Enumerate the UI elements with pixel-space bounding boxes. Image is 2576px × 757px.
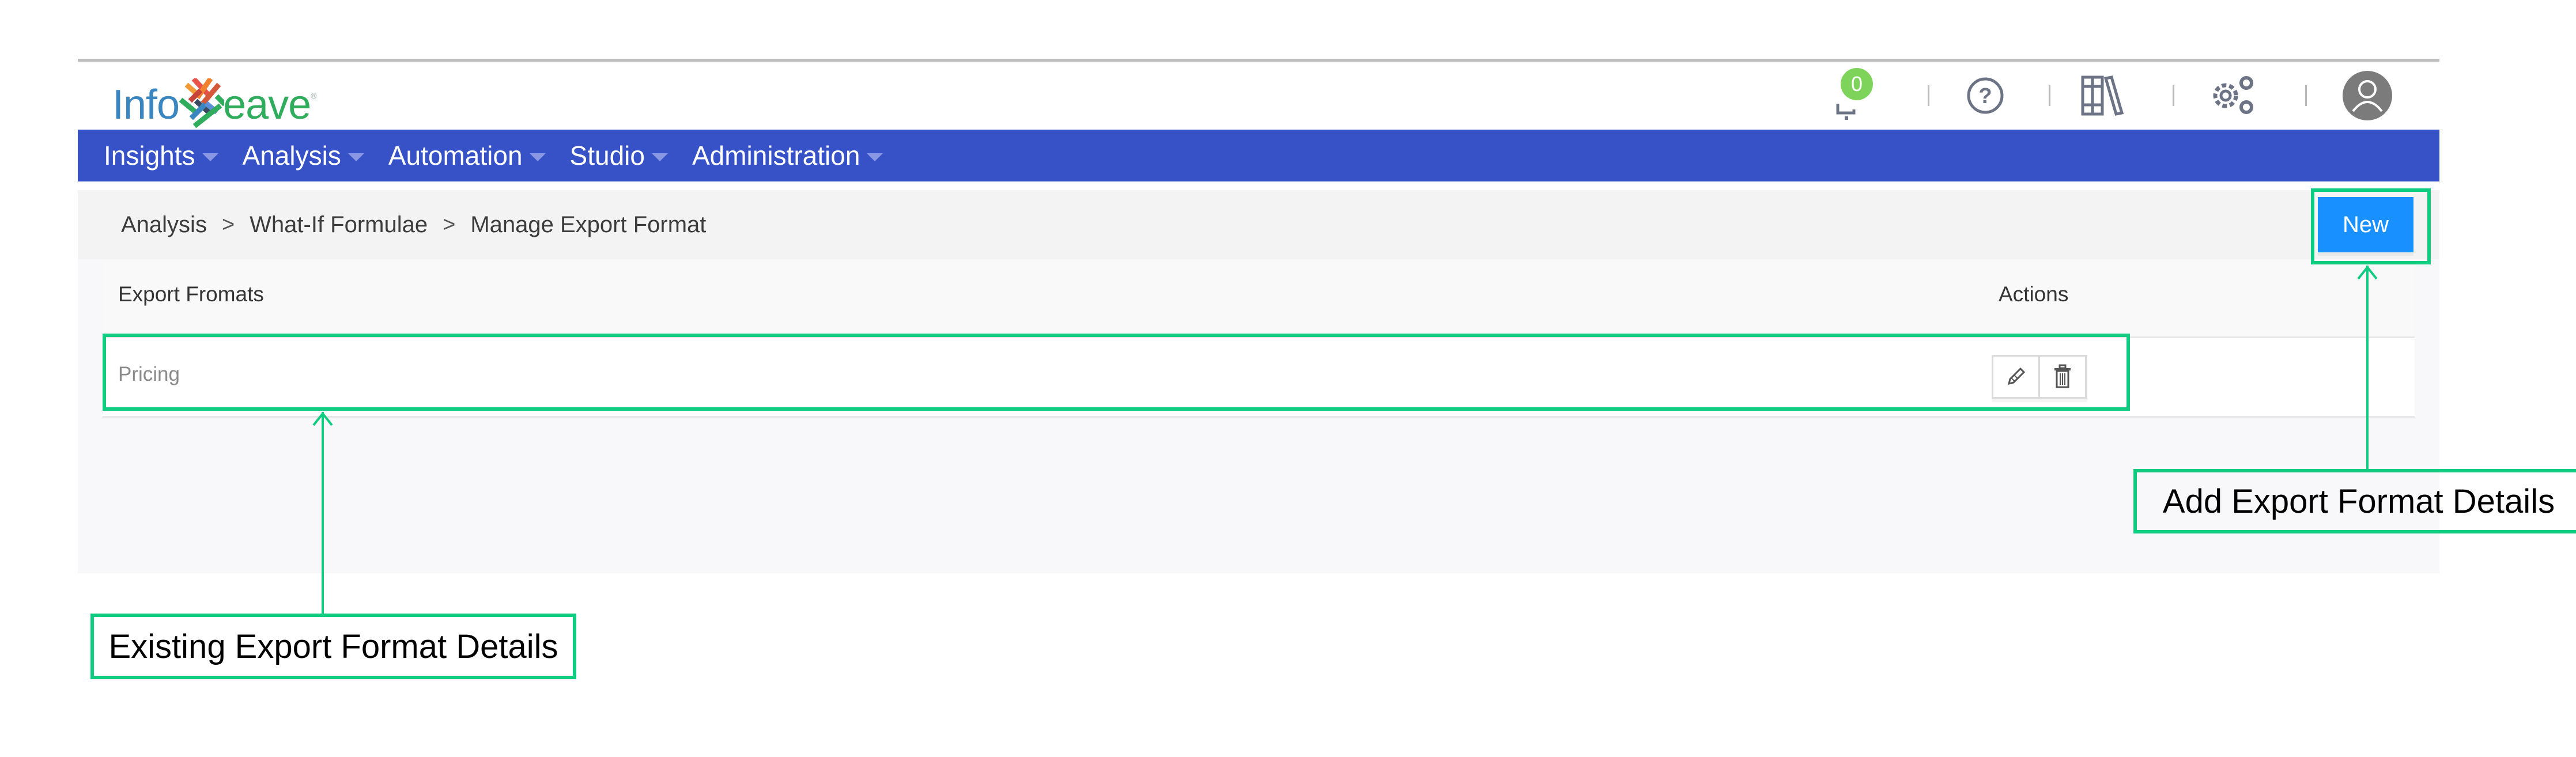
annotation-add-export-format: Add Export Format Details: [2133, 469, 2576, 533]
top-divider: [78, 59, 2439, 62]
chevron-right-icon: >: [221, 212, 235, 237]
logo-text-info: Info: [112, 82, 180, 128]
nav-studio[interactable]: Studio: [570, 140, 668, 171]
logo-text-eave: eave: [223, 82, 311, 128]
notification-count: 0: [1850, 72, 1863, 96]
help-icon: ?: [1967, 77, 2004, 114]
column-header-actions: Actions: [1999, 282, 2069, 306]
library-icon: [2081, 75, 2124, 116]
nav-label: Administration: [692, 141, 860, 171]
caret-down-icon: [348, 153, 364, 161]
user-avatar-icon: [2343, 71, 2392, 120]
annotation-highlight-existing-row: [103, 334, 2130, 411]
nav-label: Studio: [569, 141, 645, 171]
annotation-arrow-line: [2366, 266, 2369, 471]
logo-trademark: ®: [311, 91, 317, 100]
settings-button[interactable]: [2207, 68, 2259, 123]
caret-down-icon: [867, 153, 883, 161]
annotation-arrow-line: [322, 412, 324, 614]
caret-down-icon: [651, 153, 668, 161]
main-navbar: Insights Analysis Automation Studio Admi…: [78, 130, 2439, 181]
caret-down-icon: [202, 153, 218, 161]
nav-analysis[interactable]: Analysis: [243, 140, 364, 171]
infoveave-logo[interactable]: Info eave ®: [112, 68, 317, 128]
nav-insights[interactable]: Insights: [104, 140, 218, 171]
chevron-right-icon: >: [443, 212, 456, 237]
user-menu-button[interactable]: [2341, 68, 2393, 123]
breadcrumb-item-current: Manage Export Format: [470, 211, 707, 237]
breadcrumb: Analysis > What-If Formulae > Manage Exp…: [121, 207, 706, 242]
annotation-arrowhead-icon: [2357, 265, 2378, 280]
svg-text:?: ?: [1978, 84, 1992, 108]
annotation-highlight-new-button: [2311, 188, 2431, 264]
notification-badge: 0: [1841, 68, 1873, 100]
nav-label: Insights: [104, 141, 195, 171]
library-button[interactable]: [2080, 68, 2126, 123]
annotation-label: Existing Export Format Details: [108, 627, 558, 665]
caret-down-icon: [529, 153, 546, 161]
settings-icon: [2213, 76, 2253, 114]
annotation-label: Add Export Format Details: [2162, 482, 2555, 520]
nav-label: Automation: [388, 141, 523, 171]
nav-administration[interactable]: Administration: [692, 140, 883, 171]
breadcrumb-item-analysis[interactable]: Analysis: [121, 212, 207, 238]
header-separator: [2305, 85, 2307, 106]
notifications-button[interactable]: 0: [1827, 68, 1873, 123]
nav-label: Analysis: [242, 141, 341, 171]
breadcrumb-item-what-if-formulae[interactable]: What-If Formulae: [250, 212, 428, 238]
annotation-existing-export-format: Existing Export Format Details: [90, 614, 576, 679]
nav-automation[interactable]: Automation: [388, 140, 546, 171]
header-separator: [2173, 85, 2174, 106]
logo-weave-mark-icon: [179, 78, 225, 128]
header-separator: [1928, 85, 1929, 106]
help-button[interactable]: ?: [1965, 68, 2005, 123]
header-separator: [2049, 85, 2050, 106]
column-header-export-formats: Export Fromats: [118, 282, 264, 306]
annotation-arrowhead-icon: [312, 411, 333, 426]
